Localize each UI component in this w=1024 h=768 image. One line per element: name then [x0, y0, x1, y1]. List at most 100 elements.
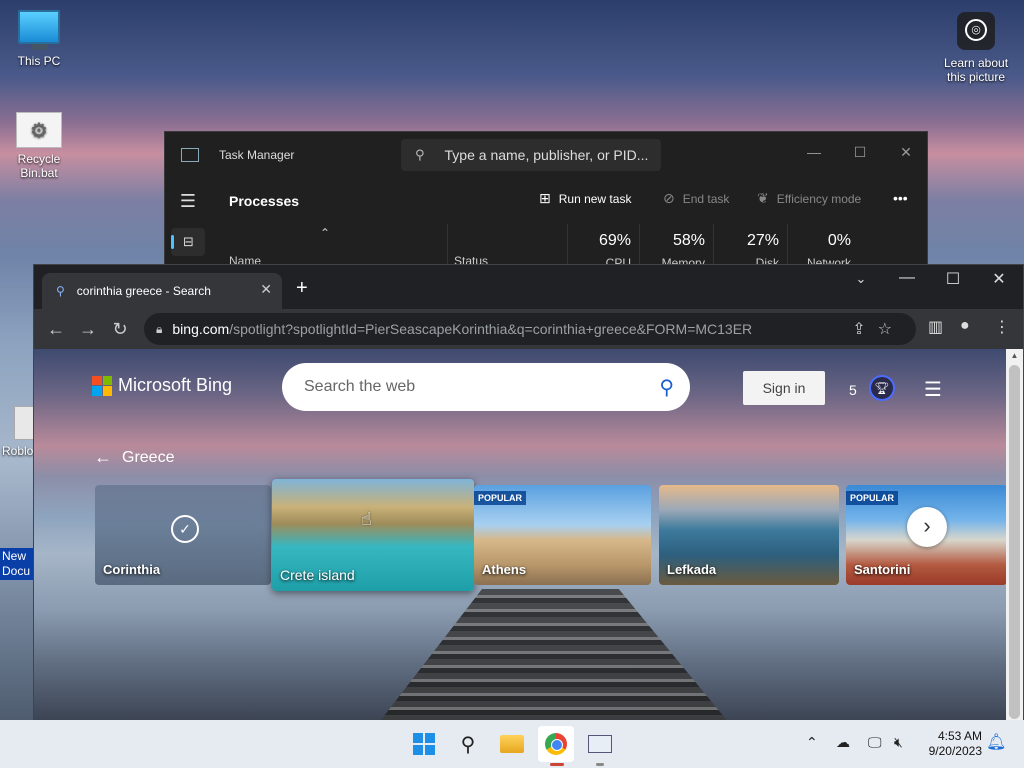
pier-background	[374, 589, 734, 720]
chrome-button[interactable]	[538, 726, 574, 762]
side-panel-icon[interactable]: ▥	[928, 317, 943, 337]
browser-window[interactable]: ⚲ corinthia greece - Search ✕ + ⌄ — ☐ ✕ …	[33, 264, 1024, 721]
check-icon: ✓	[171, 515, 199, 543]
bing-search-input[interactable]: Search the web ⚲	[282, 363, 690, 411]
file-explorer-button[interactable]	[494, 726, 530, 762]
search-icon[interactable]: ⚲	[659, 375, 674, 400]
search-placeholder: Type a name, publisher, or PID...	[444, 147, 649, 163]
forward-button[interactable]: →	[72, 319, 104, 340]
url-path: /spotlight?spotlightId=PierSeascapeKorin…	[229, 321, 753, 337]
hand-cursor-icon: ☝	[361, 509, 372, 529]
url-host: bing.com	[172, 321, 230, 337]
efficiency-mode-button[interactable]: ❦ Efficiency mode	[757, 190, 861, 207]
clock[interactable]: 4:53 AM 9/20/2023	[920, 729, 982, 759]
end-task-button[interactable]: ⊘ End task	[663, 190, 729, 207]
close-button[interactable]: ✕	[976, 269, 1022, 289]
rewards-count: 5	[849, 382, 857, 398]
trophy-icon: 🏆︎	[868, 375, 895, 401]
maximize-button[interactable]: ☐	[930, 269, 976, 289]
folder-icon	[500, 735, 524, 753]
chrome-active-indicator	[550, 763, 564, 766]
maximize-button[interactable]: ☐	[837, 138, 883, 166]
taskbar-search-button[interactable]: ⚲	[450, 726, 486, 762]
task-manager-taskbar-button[interactable]	[582, 726, 618, 762]
task-manager-icon	[181, 148, 199, 162]
sign-in-button[interactable]: Sign in	[743, 371, 825, 405]
bing-page: Microsoft Bing Search the web ⚲ Sign in …	[34, 349, 1007, 720]
card-athens[interactable]: POPULAR Athens	[474, 485, 651, 585]
tab-title: corinthia greece - Search	[76, 284, 211, 298]
scroll-up-icon[interactable]: ▲	[1006, 351, 1023, 360]
processes-icon: ⊟	[183, 234, 194, 249]
search-icon: ⚲	[460, 733, 476, 756]
lock-icon: 🔒︎	[156, 321, 163, 336]
task-manager-search[interactable]: ⚲ Type a name, publisher, or PID...	[401, 139, 661, 171]
arrow-left-icon: ←	[94, 447, 112, 467]
search-icon: ⚲	[56, 284, 65, 298]
minimize-button[interactable]: —	[791, 138, 837, 166]
desktop-icon-new-document[interactable]: New Docu	[0, 548, 34, 580]
computer-icon	[18, 10, 60, 50]
desktop-icon-label: Roblo	[2, 444, 34, 458]
tab-bing-search[interactable]: ⚲ corinthia greece - Search ✕	[42, 273, 282, 309]
network-icon[interactable]: 🖵︎	[868, 734, 882, 751]
desktop-icon-this-pc[interactable]: This PC	[3, 10, 75, 68]
address-bar[interactable]: 🔒︎ bing.com /spotlight?spotlightId=PierS…	[144, 313, 916, 345]
back-to-greece[interactable]: ← Greece	[94, 447, 174, 468]
volume-muted-icon[interactable]: 🔇︎	[894, 734, 903, 751]
task-manager-window[interactable]: Task Manager ⚲ Type a name, publisher, o…	[164, 131, 928, 272]
close-icon[interactable]: ✕	[260, 281, 272, 298]
gear-file-icon: ⚙	[16, 112, 62, 148]
chevron-up-icon[interactable]: ⌃	[806, 734, 818, 751]
popular-badge: POPULAR	[846, 491, 899, 505]
card-lefkada[interactable]: Lefkada	[659, 485, 839, 585]
scroll-thumb[interactable]	[1009, 365, 1020, 719]
carousel-next-button[interactable]: ›	[907, 507, 947, 547]
desktop-icon-recycle-bin-bat[interactable]: ⚙ Recycle Bin.bat	[3, 112, 75, 180]
microsoft-logo-icon	[92, 375, 112, 396]
learn-about-picture[interactable]: ◎ Learn about this picture	[938, 12, 1014, 84]
back-button[interactable]: ←	[40, 319, 72, 340]
hamburger-icon[interactable]: ☰	[924, 377, 942, 402]
block-icon: ⊘	[663, 190, 675, 206]
share-icon[interactable]: ⇪	[852, 321, 877, 338]
card-corinthia[interactable]: ✓ Corinthia	[95, 485, 271, 585]
reload-button[interactable]: ↻	[104, 319, 136, 340]
notification-bell-icon[interactable]: 🔔︎	[986, 732, 1006, 752]
clock-time: 4:53 AM	[937, 729, 982, 743]
run-new-task-button[interactable]: ⊞ Run new task	[539, 190, 631, 207]
desktop-icon-label: Recycle Bin.bat	[17, 152, 61, 180]
task-manager-title: Task Manager	[219, 148, 295, 162]
rewards-badge[interactable]: 5 🏆︎	[849, 375, 895, 401]
start-button[interactable]	[406, 726, 442, 762]
bing-logo[interactable]: Microsoft Bing	[92, 375, 232, 396]
desktop-icon-roblox[interactable]: Roblo	[0, 406, 44, 458]
desktop-icon-label: This PC	[17, 54, 61, 68]
popular-badge: POPULAR	[474, 491, 527, 505]
taskbar: ⚲ ⌃ ☁ 🖵︎ 🔇︎ 4:53 AM 9/20/2023 🔔︎	[0, 720, 1024, 768]
processes-nav-item[interactable]: ⊟	[171, 228, 205, 256]
task-manager-titlebar[interactable]: Task Manager ⚲ Type a name, publisher, o…	[165, 132, 927, 178]
search-placeholder: Search the web	[304, 378, 416, 395]
desktop-icon-label: New Docu	[2, 549, 31, 578]
tab-strip[interactable]: ⚲ corinthia greece - Search ✕ + ⌄ — ☐ ✕	[34, 265, 1023, 309]
menu-dots-icon[interactable]: ⋮	[994, 317, 1010, 337]
leaf-icon: ❦	[757, 190, 769, 206]
more-button[interactable]: •••	[893, 190, 908, 206]
hamburger-icon[interactable]: ☰	[165, 191, 211, 212]
page-scrollbar[interactable]: ▲	[1006, 349, 1023, 720]
browser-toolbar: ← → ↻ 🔒︎ bing.com /spotlight?spotlightId…	[34, 309, 1023, 349]
cloud-icon[interactable]: ☁	[836, 734, 850, 751]
close-button[interactable]: ✕	[883, 138, 929, 166]
new-tab-button[interactable]: +	[296, 277, 308, 300]
clock-date: 9/20/2023	[928, 744, 982, 758]
minimize-button[interactable]: —	[884, 269, 930, 287]
star-icon[interactable]: ☆	[878, 321, 904, 338]
chevron-down-icon[interactable]: ⌄	[838, 271, 884, 287]
card-crete-island[interactable]: Crete island	[272, 479, 474, 591]
task-manager-toolbar: ☰ Processes ⊞ Run new task ⊘ End task ❦ …	[165, 178, 927, 224]
profile-icon[interactable]: ●	[960, 317, 970, 335]
sort-caret-icon[interactable]: ⌃	[320, 226, 330, 240]
search-icon: ⚲	[415, 147, 425, 162]
task-manager-icon	[588, 735, 612, 753]
